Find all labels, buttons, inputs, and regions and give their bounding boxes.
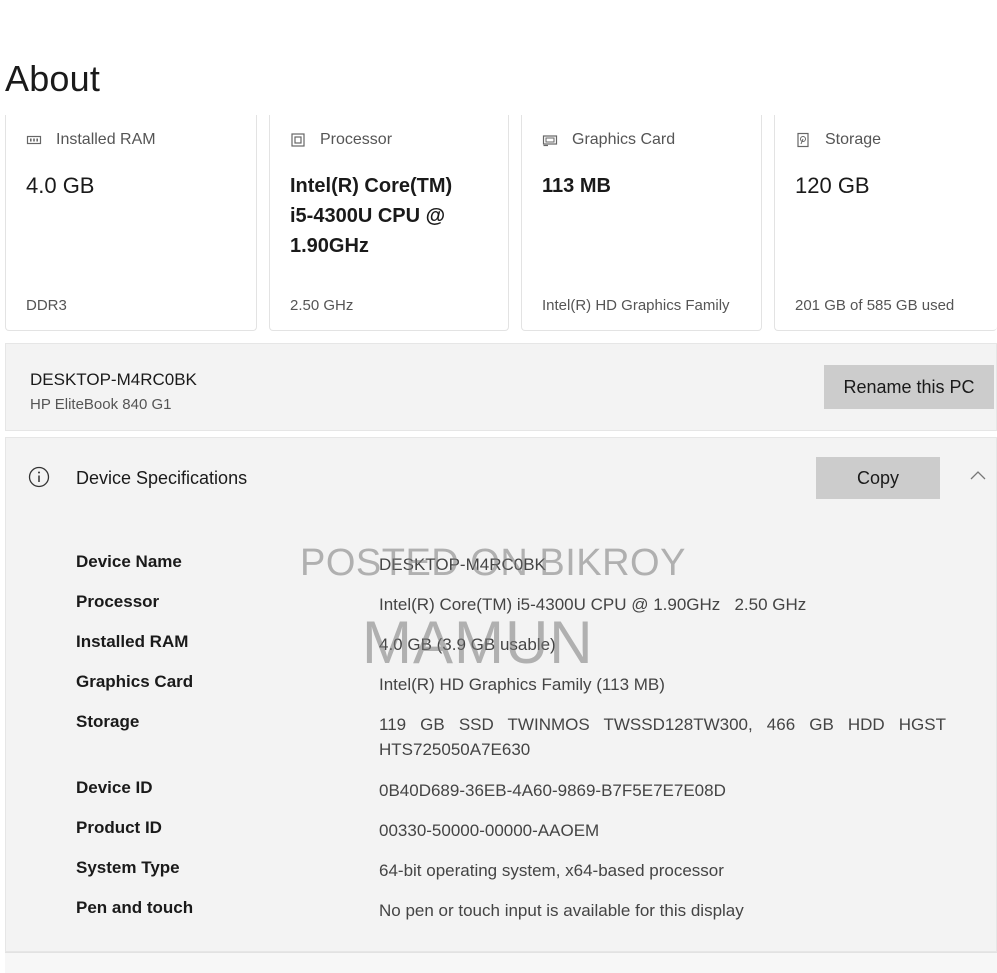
spec-row-device-id: Device ID 0B40D689-36EB-4A60-9869-B7F5E7… [76,778,946,803]
device-specifications-title: Device Specifications [76,468,248,488]
spec-value: 0B40D689-36EB-4A60-9869-B7F5E7E7E08D [379,781,726,800]
card-sub: Intel(R) HD Graphics Family [542,297,730,314]
ram-icon [26,135,42,145]
spec-label: Storage [76,712,140,731]
spec-label: Graphics Card [76,672,194,691]
spec-row-pen-and-touch: Pen and touch No pen or touch input is a… [76,898,946,923]
card-label: Installed RAM [56,131,156,148]
chevron-up-icon[interactable] [969,468,987,482]
device-specifications-header[interactable]: Device Specifications Copy [5,437,997,517]
card-graphics: Graphics Card 113 MB Intel(R) HD Graphic… [521,115,762,331]
page-title: About [5,58,101,99]
spec-label: Device Name [76,552,182,571]
card-label: Graphics Card [572,131,676,148]
spec-label: Installed RAM [76,632,189,651]
card-installed-ram: Installed RAM 4.0 GB DDR3 [5,115,257,331]
processor-icon [291,133,305,147]
spec-value: 4.0 GB (3.9 GB usable) [379,635,556,654]
card-value: 4.0 GB [26,173,95,198]
card-value: 113 MB [542,175,611,197]
pc-name: DESKTOP-M4RC0BK [30,370,197,389]
card-label: Processor [320,131,393,148]
device-specifications-body: Device Name DESKTOP-M4RC0BK Processor In… [5,516,997,952]
spec-value: No pen or touch input is available for t… [379,901,744,920]
spec-row-system-type: System Type 64-bit operating system, x64… [76,858,946,883]
spec-value: Intel(R) HD Graphics Family (113 MB) [379,675,665,694]
spec-label: System Type [76,858,180,877]
info-icon [28,466,50,488]
rename-pc-button[interactable]: Rename this PC [824,365,994,409]
storage-icon [797,132,809,148]
spec-label: Pen and touch [76,898,194,917]
card-sub: DDR3 [26,297,67,314]
card-processor: Processor Intel(R) Core(TM) i5-4300U CPU… [269,115,509,331]
card-sub: 2.50 GHz [290,297,354,314]
card-label: Storage [825,131,882,148]
copy-button[interactable]: Copy [816,457,940,499]
pc-model: HP EliteBook 840 G1 [30,396,172,413]
spec-label: Device ID [76,778,153,797]
spec-value: DESKTOP-M4RC0BK [379,555,546,574]
spec-row-device-name: Device Name DESKTOP-M4RC0BK [76,552,946,577]
spec-value: 64-bit operating system, x64-based proce… [379,861,724,880]
spec-label: Processor [76,592,160,611]
spec-row-storage: Storage 119 GB SSD TWINMOS TWSSD128TW300… [76,712,946,762]
card-value: 120 GB [795,173,870,198]
spec-row-processor: Processor Intel(R) Core(TM) i5-4300U CPU… [76,592,946,617]
graphics-card-icon [542,135,558,147]
card-storage: Storage 120 GB 201 GB of 585 GB used [774,115,997,331]
spec-row-installed-ram: Installed RAM 4.0 GB (3.9 GB usable) [76,632,946,657]
card-sub: 201 GB of 585 GB used [795,297,955,314]
spec-value: 00330-50000-00000-AAOEM [379,821,600,840]
spec-value: Intel(R) Core(TM) i5-4300U CPU @ 1.90GHz… [379,595,807,614]
card-value: Intel(R) Core(TM) i5-4300U CPU @ 1.90GHz [290,175,453,257]
spec-label: Product ID [76,818,162,837]
footer-divider [5,952,997,973]
spec-row-product-id: Product ID 00330-50000-00000-AAOEM [76,818,946,843]
spec-value: 119 GB SSD TWINMOS TWSSD128TW300, 466 GB… [379,715,946,759]
pc-name-panel: DESKTOP-M4RC0BK HP EliteBook 840 G1 Rena… [5,343,997,431]
spec-row-graphics-card: Graphics Card Intel(R) HD Graphics Famil… [76,672,946,697]
